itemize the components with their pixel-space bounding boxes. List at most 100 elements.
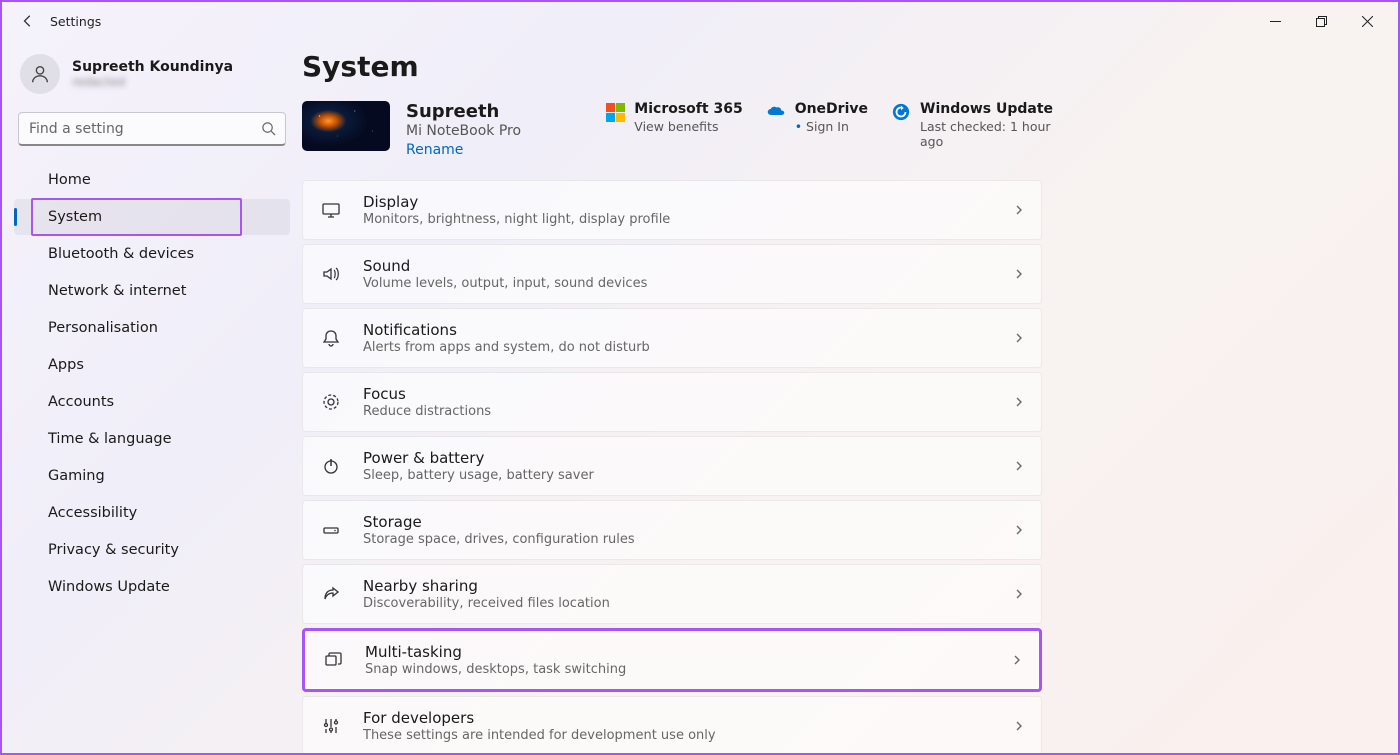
card-storage[interactable]: StorageStorage space, drives, configurat…	[302, 500, 1042, 560]
nav-item-system[interactable]: System	[14, 199, 290, 235]
page-title: System	[302, 50, 1042, 83]
card-desc: Discoverability, received files location	[363, 596, 1013, 611]
tile-microsoft-365[interactable]: Microsoft 365 View benefits	[606, 101, 742, 134]
bell-icon	[319, 326, 343, 350]
back-button[interactable]	[10, 3, 46, 39]
close-button[interactable]	[1344, 5, 1390, 37]
nav-item-label: Network & internet	[48, 283, 186, 299]
titlebar: Settings	[2, 2, 1398, 40]
card-display[interactable]: DisplayMonitors, brightness, night light…	[302, 180, 1042, 240]
arrow-left-icon	[21, 14, 35, 28]
search-input[interactable]	[18, 112, 286, 146]
tile-sub: Sign In	[795, 119, 868, 134]
tile-title: Windows Update	[920, 101, 1053, 117]
card-title: Power & battery	[363, 449, 1013, 467]
card-desc: Storage space, drives, configuration rul…	[363, 532, 1013, 547]
onedrive-icon	[767, 103, 785, 121]
card-title: For developers	[363, 709, 1013, 727]
nav-item-privacy-security[interactable]: Privacy & security	[14, 532, 290, 568]
nav-item-label: Windows Update	[48, 579, 170, 595]
nav-item-time-language[interactable]: Time & language	[14, 421, 290, 457]
card-focus[interactable]: FocusReduce distractions	[302, 372, 1042, 432]
person-icon	[29, 63, 51, 85]
maximize-button[interactable]	[1298, 5, 1344, 37]
nav-item-label: Home	[48, 172, 91, 188]
card-multi-tasking[interactable]: Multi-taskingSnap windows, desktops, tas…	[302, 628, 1042, 692]
card-notifications[interactable]: NotificationsAlerts from apps and system…	[302, 308, 1042, 368]
nav-item-label: Bluetooth & devices	[48, 246, 194, 262]
card-text: For developersThese settings are intende…	[363, 709, 1013, 743]
nav-item-apps[interactable]: Apps	[14, 347, 290, 383]
card-text: StorageStorage space, drives, configurat…	[363, 513, 1013, 547]
card-desc: Alerts from apps and system, do not dist…	[363, 340, 1013, 355]
nav-item-label: Privacy & security	[48, 542, 179, 558]
nav-item-accounts[interactable]: Accounts	[14, 384, 290, 420]
nav-item-network-internet[interactable]: Network & internet	[14, 273, 290, 309]
nav-item-windows-update[interactable]: Windows Update	[14, 569, 290, 605]
storage-icon	[319, 518, 343, 542]
rename-link[interactable]: Rename	[406, 142, 590, 158]
card-text: DisplayMonitors, brightness, night light…	[363, 193, 1013, 227]
card-title: Storage	[363, 513, 1013, 531]
app-title: Settings	[50, 14, 101, 29]
power-icon	[319, 454, 343, 478]
card-title: Multi-tasking	[365, 643, 1011, 661]
chevron-right-icon	[1013, 460, 1025, 472]
card-title: Nearby sharing	[363, 577, 1013, 595]
nav-item-bluetooth-devices[interactable]: Bluetooth & devices	[14, 236, 290, 272]
device-info: Supreeth Mi NoteBook Pro Rename	[406, 101, 590, 158]
card-text: Multi-taskingSnap windows, desktops, tas…	[365, 643, 1011, 677]
maximize-icon	[1316, 16, 1327, 27]
card-title: Focus	[363, 385, 1013, 403]
device-model: Mi NoteBook Pro	[406, 123, 590, 139]
multi-icon	[321, 648, 345, 672]
nav-item-label: System	[48, 209, 102, 225]
device-wallpaper	[302, 101, 390, 151]
card-title: Notifications	[363, 321, 1013, 339]
share-icon	[319, 582, 343, 606]
minimize-icon	[1270, 16, 1281, 27]
card-for-developers[interactable]: For developersThese settings are intende…	[302, 696, 1042, 753]
card-text: Nearby sharingDiscoverability, received …	[363, 577, 1013, 611]
card-text: NotificationsAlerts from apps and system…	[363, 321, 1013, 355]
device-name: Supreeth	[406, 101, 590, 122]
nav-item-home[interactable]: Home	[14, 162, 290, 198]
sidebar: Supreeth Koundinya redacted Home System Bl…	[2, 40, 302, 753]
chevron-right-icon	[1013, 332, 1025, 344]
card-power-battery[interactable]: Power & batterySleep, battery usage, bat…	[302, 436, 1042, 496]
card-desc: Reduce distractions	[363, 404, 1013, 419]
nav-item-personalisation[interactable]: Personalisation	[14, 310, 290, 346]
card-sound[interactable]: SoundVolume levels, output, input, sound…	[302, 244, 1042, 304]
tile-sub: Last checked: 1 hour ago	[920, 119, 1053, 149]
card-desc: Monitors, brightness, night light, displ…	[363, 212, 1013, 227]
profile-block[interactable]: Supreeth Koundinya redacted	[14, 50, 290, 106]
tile-title: OneDrive	[795, 101, 868, 117]
hero-tiles: Microsoft 365 View benefits OneDrive Sig…	[606, 101, 1042, 149]
card-desc: Snap windows, desktops, task switching	[365, 662, 1011, 677]
tile-windows-update[interactable]: Windows Update Last checked: 1 hour ago	[892, 101, 1042, 149]
tile-onedrive[interactable]: OneDrive Sign In	[767, 101, 868, 134]
card-text: Power & batterySleep, battery usage, bat…	[363, 449, 1013, 483]
minimize-button[interactable]	[1252, 5, 1298, 37]
card-title: Sound	[363, 257, 1013, 275]
window-controls	[1252, 5, 1390, 37]
focus-icon	[319, 390, 343, 414]
nav-item-accessibility[interactable]: Accessibility	[14, 495, 290, 531]
profile-name: Supreeth Koundinya	[72, 59, 233, 75]
microsoft-365-icon	[606, 103, 624, 121]
card-text: SoundVolume levels, output, input, sound…	[363, 257, 1013, 291]
nav-item-label: Gaming	[48, 468, 105, 484]
chevron-right-icon	[1013, 720, 1025, 732]
nav-item-label: Accounts	[48, 394, 114, 410]
windows-update-icon	[892, 103, 910, 121]
hero-row: Supreeth Mi NoteBook Pro Rename Microsof…	[302, 101, 1042, 158]
card-text: FocusReduce distractions	[363, 385, 1013, 419]
chevron-right-icon	[1013, 524, 1025, 536]
search-icon	[261, 121, 276, 136]
sound-icon	[319, 262, 343, 286]
nav-list: Home System Bluetooth & devices Network & i…	[14, 162, 290, 605]
nav-item-gaming[interactable]: Gaming	[14, 458, 290, 494]
nav-item-label: Accessibility	[48, 505, 137, 521]
card-nearby-sharing[interactable]: Nearby sharingDiscoverability, received …	[302, 564, 1042, 624]
chevron-right-icon	[1013, 396, 1025, 408]
